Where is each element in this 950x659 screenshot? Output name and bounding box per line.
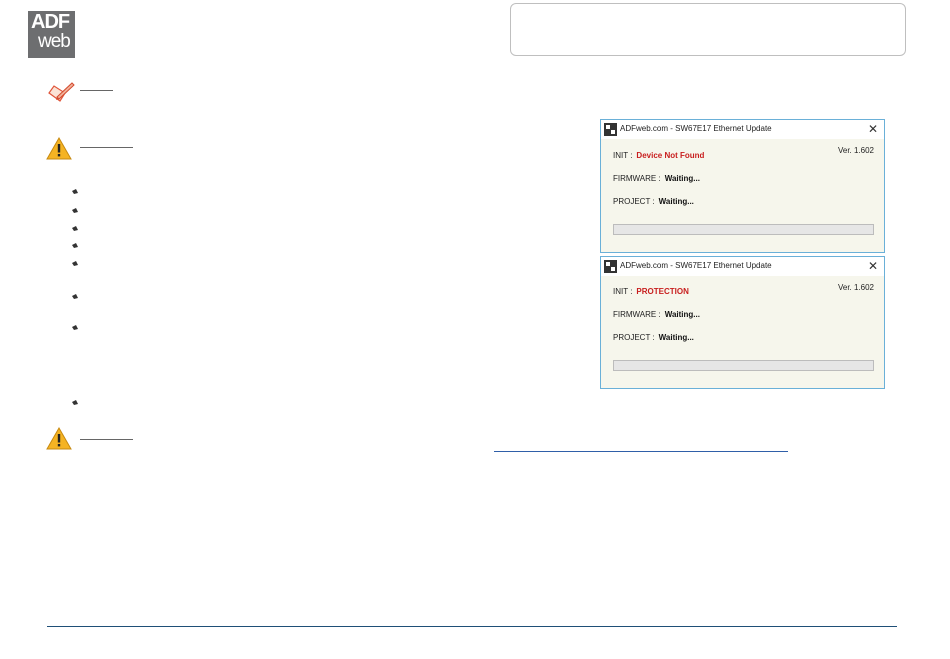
window-title: ADFweb.com - SW67E17 Ethernet Update (620, 124, 772, 133)
warning-triangle-icon (46, 426, 72, 451)
version-label: Ver. 1.602 (837, 283, 874, 292)
project-label: PROJECT : (613, 197, 655, 206)
init-label: INIT : (613, 287, 633, 296)
note-pencil-icon (46, 81, 76, 105)
init-status: PROTECTION (636, 287, 689, 296)
init-label: INIT : (613, 151, 633, 160)
header-info-box (510, 3, 906, 56)
firmware-status: Waiting... (664, 310, 700, 319)
progress-bar (613, 360, 874, 371)
window-title: ADFweb.com - SW67E17 Ethernet Update (620, 261, 772, 270)
update-window-protection: ADFweb.com - SW67E17 Ethernet Update ✕ V… (600, 256, 885, 389)
bullet-arrow-icon (71, 224, 79, 232)
bullet-arrow-icon (71, 259, 79, 267)
window-titlebar: ADFweb.com - SW67E17 Ethernet Update ✕ (601, 120, 884, 139)
project-status: Waiting... (658, 197, 694, 206)
firmware-status: Waiting... (664, 174, 700, 183)
project-row: PROJECT : Waiting... (613, 197, 694, 206)
close-icon[interactable]: ✕ (868, 259, 878, 273)
progress-bar (613, 224, 874, 235)
init-row: INIT : PROTECTION (613, 287, 689, 296)
warning-heading-rule (80, 439, 133, 440)
firmware-row: FIRMWARE : Waiting... (613, 174, 700, 183)
bullet-arrow-icon (71, 187, 79, 195)
project-status: Waiting... (658, 333, 694, 342)
note-heading-rule (80, 90, 113, 91)
update-window-device-not-found: ADFweb.com - SW67E17 Ethernet Update ✕ V… (600, 119, 885, 253)
logo-text-top: ADF (31, 11, 70, 33)
close-icon[interactable]: ✕ (868, 122, 878, 136)
firmware-label: FIRMWARE : (613, 310, 661, 319)
adfweb-logo: ADF web (28, 11, 75, 58)
hyperlink-underline[interactable] (494, 451, 788, 452)
window-titlebar: ADFweb.com - SW67E17 Ethernet Update ✕ (601, 257, 884, 276)
init-status: Device Not Found (636, 151, 705, 160)
firmware-row: FIRMWARE : Waiting... (613, 310, 700, 319)
bullet-arrow-icon (71, 398, 79, 406)
footer-rule (47, 626, 897, 627)
bullet-arrow-icon (71, 323, 79, 331)
app-icon (604, 260, 617, 273)
logo-text-bottom: web (38, 31, 71, 52)
bullet-arrow-icon (71, 292, 79, 300)
project-row: PROJECT : Waiting... (613, 333, 694, 342)
project-label: PROJECT : (613, 333, 655, 342)
warning-triangle-icon (46, 136, 72, 161)
warning-heading-rule (80, 147, 133, 148)
app-icon (604, 123, 617, 136)
init-row: INIT : Device Not Found (613, 151, 704, 160)
bullet-arrow-icon (71, 241, 79, 249)
version-label: Ver. 1.602 (837, 146, 874, 155)
firmware-label: FIRMWARE : (613, 174, 661, 183)
bullet-arrow-icon (71, 206, 79, 214)
